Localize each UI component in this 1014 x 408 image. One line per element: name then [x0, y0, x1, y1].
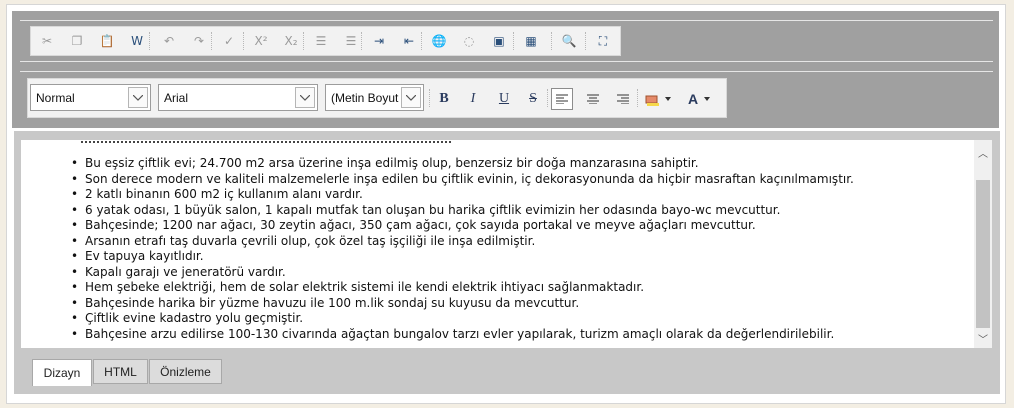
scroll-up-icon[interactable]: ︿ [974, 144, 992, 160]
align-right-icon [617, 94, 629, 104]
bold-button[interactable]: B [433, 88, 455, 110]
superscript-icon[interactable]: X² [251, 31, 271, 51]
list-item: Son derece modern ve kaliteli malzemeler… [71, 172, 976, 188]
separator [421, 32, 423, 50]
align-right-button[interactable] [612, 88, 634, 110]
chevron-down-icon[interactable] [295, 87, 315, 108]
separator [547, 89, 549, 107]
list-item: Bahçesine arzu edilirse 100-130 civarınd… [71, 327, 976, 343]
paste-word-icon[interactable]: W [127, 31, 147, 51]
separator [243, 32, 245, 50]
vertical-scrollbar[interactable]: ︿ ﹀ [974, 140, 992, 348]
list-item: Bu eşsiz çiftlik evi; 24.700 m2 arsa üze… [71, 156, 976, 172]
tab-design[interactable]: Dizayn [32, 359, 92, 386]
align-center-button[interactable] [582, 88, 604, 110]
align-left-icon [556, 94, 568, 104]
fullscreen-icon[interactable]: ⛶ [593, 31, 613, 51]
separator [637, 89, 639, 107]
scrollbar-thumb[interactable] [976, 180, 990, 328]
divider [20, 61, 993, 62]
paragraph-style-value: Normal [36, 91, 75, 105]
indent-icon[interactable]: ⇥ [369, 31, 389, 51]
subscript-icon[interactable]: X₂ [281, 31, 301, 51]
insert-image-icon[interactable]: ▣ [489, 31, 509, 51]
list-item: 2 katlı binanın 600 m2 iç kullanım alanı… [71, 187, 976, 203]
list-item: Arsanın etrafı taş duvarla çevrili olup,… [71, 234, 976, 250]
toolbar-row-1: ✂ ❐ 📋 W ↶ ↷ ✓ X² X₂ ☰ ☰ ⇥ ⇤ 🌐 ◌ ▣ ▦ 🔍 ⛶ [30, 26, 621, 56]
spellcheck-icon[interactable]: ✓ [219, 31, 239, 51]
insert-table-icon[interactable]: ▦ [521, 31, 541, 51]
clipped-previous-line [81, 140, 451, 143]
paragraph-style-select[interactable]: Normal [30, 84, 151, 111]
separator [211, 32, 213, 50]
unordered-list-icon[interactable]: ☰ [341, 31, 361, 51]
chevron-down-icon [704, 97, 711, 101]
divider [20, 20, 993, 21]
list-item: Bahçesinde harika bir yüzme havuzu ile 1… [71, 296, 976, 312]
list-item: Bahçesinde; 1200 nar ağacı, 30 zeytin ağ… [71, 218, 976, 234]
list-item: Hem şebeke elektriği, hem de solar elekt… [71, 280, 976, 296]
find-replace-icon[interactable]: 🔍 [559, 31, 579, 51]
undo-icon[interactable]: ↶ [159, 31, 179, 51]
redo-icon[interactable]: ↷ [189, 31, 209, 51]
font-color-button[interactable]: A [682, 88, 716, 110]
ordered-list-icon[interactable]: ☰ [311, 31, 331, 51]
separator [585, 32, 587, 50]
toolbar-row-2: Normal Arial (Metin Boyut B I U S A [27, 78, 727, 118]
font-size-value: (Metin Boyut [331, 91, 399, 105]
list-item: 6 yatak odası, 1 büyük salon, 1 kapalı m… [71, 203, 976, 219]
chevron-down-icon[interactable] [128, 87, 148, 108]
tab-html[interactable]: HTML [93, 359, 148, 384]
highlighter-icon [645, 95, 659, 106]
paste-icon[interactable]: 📋 [97, 31, 117, 51]
strikethrough-button[interactable]: S [522, 88, 544, 110]
separator [361, 32, 363, 50]
align-left-button[interactable] [551, 88, 573, 110]
list-item: Ev tapuya kayıtlıdır. [71, 249, 976, 265]
separator [149, 32, 151, 50]
toolbar-area: ✂ ❐ 📋 W ↶ ↷ ✓ X² X₂ ☰ ☰ ⇥ ⇤ 🌐 ◌ ▣ ▦ 🔍 ⛶ Normal Arial (Meti… [12, 11, 999, 128]
italic-button[interactable]: I [462, 88, 484, 110]
scroll-down-icon[interactable]: ﹀ [974, 330, 992, 346]
separator [551, 32, 553, 50]
font-size-select[interactable]: (Metin Boyut [325, 84, 424, 111]
font-name-select[interactable]: Arial [158, 84, 318, 111]
separator [303, 32, 305, 50]
separator [429, 89, 431, 107]
remove-link-icon[interactable]: ◌ [459, 31, 479, 51]
underline-button[interactable]: U [493, 88, 515, 110]
chevron-down-icon [665, 97, 671, 101]
editor-content-area[interactable]: Bu eşsiz çiftlik evi; 24.700 m2 arsa üze… [21, 140, 976, 348]
outdent-icon[interactable]: ⇤ [399, 31, 419, 51]
align-center-icon [587, 94, 599, 104]
bullet-list: Bu eşsiz çiftlik evi; 24.700 m2 arsa üze… [21, 156, 976, 342]
tab-preview[interactable]: Önizleme [149, 359, 222, 384]
highlight-button[interactable] [641, 88, 675, 110]
chevron-down-icon[interactable] [401, 87, 421, 108]
copy-icon[interactable]: ❐ [67, 31, 87, 51]
insert-link-icon[interactable]: 🌐 [429, 31, 449, 51]
separator [513, 32, 515, 50]
font-color-icon: A [687, 91, 699, 107]
font-name-value: Arial [164, 91, 189, 105]
divider [20, 71, 993, 72]
cut-icon[interactable]: ✂ [37, 31, 57, 51]
list-item: Kapalı garajı ve jeneratörü vardır. [71, 265, 976, 281]
mode-tabs: Dizayn HTML Önizleme [20, 356, 998, 392]
list-item: Çiftlik evine kadastro yolu geçmiştir. [71, 311, 976, 327]
